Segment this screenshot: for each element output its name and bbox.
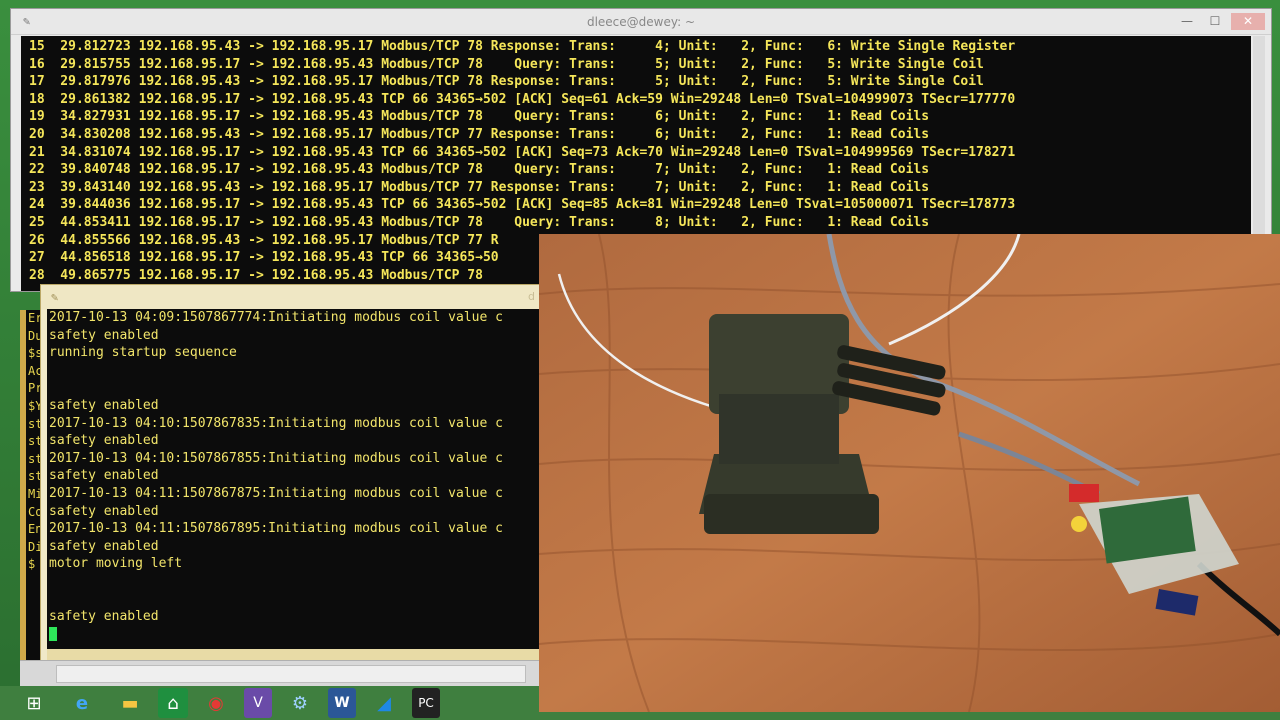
front-terminal-line: 2017-10-13 04:11:1507867895:Initiating m…: [49, 521, 503, 537]
internet-explorer-icon[interactable]: e: [62, 688, 102, 718]
front-terminal-window[interactable]: ✎ d 2017-10-13 04:09:1507867774:Initiati…: [40, 284, 540, 662]
front-terminal-line: safety enabled: [49, 327, 159, 343]
putty-icon[interactable]: PC: [412, 688, 440, 718]
main-window-title: dleece@dewey: ~: [586, 15, 696, 29]
terminal-line: 24 39.844036 192.168.95.17 -> 192.168.95…: [29, 197, 1016, 213]
windows-start-icon[interactable]: ⊞: [14, 688, 54, 718]
terminal-app-icon: ✎: [51, 290, 59, 304]
front-terminal-line: safety enabled: [49, 538, 159, 554]
store-icon[interactable]: ⌂: [158, 688, 188, 718]
front-terminal-line: 2017-10-13 04:11:1507867875:Initiating m…: [49, 485, 503, 501]
wireshark-icon[interactable]: ◢: [364, 688, 404, 718]
word-icon[interactable]: W: [328, 688, 356, 718]
front-terminal-line: [49, 591, 539, 609]
front-terminal-line: safety enabled: [49, 433, 159, 449]
front-title-fragment: d: [528, 290, 535, 303]
front-terminal-line: safety enabled: [49, 609, 159, 625]
file-explorer-icon[interactable]: ▬: [110, 688, 150, 718]
terminal-line: 19 34.827931 192.168.95.17 -> 192.168.95…: [29, 109, 930, 125]
terminal-cursor: [49, 627, 57, 642]
close-button[interactable]: ✕: [1231, 13, 1265, 30]
front-terminal-line: [49, 379, 539, 397]
network-tool-icon[interactable]: ⚙: [280, 688, 320, 718]
terminal-line: 18 29.861382 192.168.95.17 -> 192.168.95…: [29, 91, 1016, 107]
front-terminal-line: 2017-10-13 04:10:1507867835:Initiating m…: [49, 415, 503, 431]
terminal-line: 21 34.831074 192.168.95.17 -> 192.168.95…: [29, 144, 1016, 160]
visual-studio-icon[interactable]: V: [244, 688, 272, 718]
terminal-line: 20 34.830208 192.168.95.43 -> 192.168.95…: [29, 126, 930, 142]
window-controls: — ☐ ✕: [1175, 13, 1265, 30]
front-terminal-line: safety enabled: [49, 397, 159, 413]
front-terminal-line: motor moving left: [49, 556, 183, 572]
lower-window-strip: [20, 660, 540, 686]
front-terminal-line: 2017-10-13 04:10:1507867855:Initiating m…: [49, 450, 503, 466]
front-terminal-line: running startup sequence: [49, 345, 237, 361]
front-terminal-line: 2017-10-13 04:09:1507867774:Initiating m…: [49, 310, 503, 325]
terminal-line: 16 29.815755 192.168.95.17 -> 192.168.95…: [29, 56, 984, 72]
front-terminal-output[interactable]: 2017-10-13 04:09:1507867774:Initiating m…: [47, 309, 539, 649]
maximize-button[interactable]: ☐: [1203, 13, 1227, 30]
prompt-line[interactable]: [49, 626, 539, 644]
chrome-icon[interactable]: ◉: [196, 688, 236, 718]
terminal-line: 23 39.843140 192.168.95.43 -> 192.168.95…: [29, 179, 930, 195]
terminal-line: 17 29.817976 192.168.95.43 -> 192.168.95…: [29, 74, 984, 90]
terminal-line: 22 39.840748 192.168.95.17 -> 192.168.95…: [29, 162, 930, 178]
turret-scene-image: [539, 234, 1280, 712]
front-terminal-line: [49, 362, 539, 380]
terminal-line: 15 29.812723 192.168.95.43 -> 192.168.95…: [29, 39, 1016, 54]
front-terminal-line: safety enabled: [49, 468, 159, 484]
terminal-line: 25 44.853411 192.168.95.17 -> 192.168.95…: [29, 214, 930, 230]
lower-window-field[interactable]: [56, 665, 526, 683]
front-terminal-line: safety enabled: [49, 503, 159, 519]
main-titlebar[interactable]: ✎ dleece@dewey: ~ — ☐ ✕: [11, 9, 1271, 35]
front-terminal-line: [49, 573, 539, 591]
minimize-button[interactable]: —: [1175, 13, 1199, 30]
front-titlebar[interactable]: ✎ d: [41, 285, 539, 309]
video-overlay-turret: [539, 234, 1280, 712]
